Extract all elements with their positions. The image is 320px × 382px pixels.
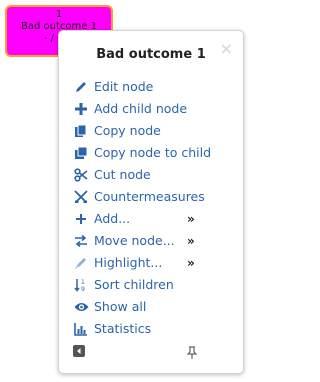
sort-icon: 19: [73, 277, 89, 293]
add-submenu-icon: [73, 211, 89, 227]
menu-item-label: Cut node: [94, 167, 151, 182]
menu-item-highlight[interactable]: Highlight... »: [73, 252, 233, 274]
menu-item-label: Show all: [94, 299, 147, 314]
menu-item-sort-children[interactable]: 19 Sort children: [73, 274, 233, 296]
menu-item-label: Add child node: [94, 101, 188, 116]
menu-item-copy-node[interactable]: Copy node: [73, 120, 233, 142]
chart-icon: [73, 321, 89, 337]
menu-item-add-submenu[interactable]: Add... »: [73, 208, 233, 230]
menu-item-cut-node[interactable]: Cut node: [73, 164, 233, 186]
menu-item-label: Highlight...: [94, 255, 163, 270]
menu-item-label: Copy node to child: [94, 145, 212, 160]
popup-title: Bad outcome 1: [96, 47, 206, 62]
menu-item-label: Sort children: [94, 277, 174, 292]
close-icon[interactable]: ×: [220, 41, 233, 57]
menu-item-show-all[interactable]: Show all: [73, 296, 233, 318]
copy-to-child-icon: [73, 145, 89, 161]
submenu-chevron-icon: »: [187, 256, 195, 270]
pin-icon[interactable]: [185, 345, 199, 359]
menu-item-statistics[interactable]: Statistics: [73, 318, 233, 340]
menu-item-label: Copy node: [94, 123, 161, 138]
menu-item-label: Edit node: [94, 79, 154, 94]
menu-item-label: Add...: [94, 211, 131, 226]
menu-item-label: Move node...: [94, 233, 175, 248]
copy-icon: [73, 123, 89, 139]
svg-text:1: 1: [81, 279, 85, 286]
menu-item-copy-node-to-child[interactable]: Copy node to child: [73, 142, 233, 164]
highlighter-icon: [73, 255, 89, 271]
back-arrow-icon[interactable]: [73, 345, 85, 357]
menu-item-edit-node[interactable]: Edit node: [73, 76, 233, 98]
node-action-menu: Edit node Add child node Copy node Copy …: [73, 76, 233, 340]
move-arrows-icon: [73, 233, 89, 249]
eye-icon: [73, 299, 89, 315]
menu-item-label: Statistics: [94, 321, 152, 336]
pencil-icon: [73, 79, 89, 95]
menu-item-countermeasures[interactable]: Countermeasures: [73, 186, 233, 208]
node-number: 1: [55, 9, 63, 20]
submenu-chevron-icon: »: [187, 234, 195, 248]
menu-item-move-node[interactable]: Move node... »: [73, 230, 233, 252]
scissors-icon: [73, 167, 89, 183]
menu-item-label: Countermeasures: [94, 189, 205, 204]
plus-icon: [73, 101, 89, 117]
svg-text:9: 9: [81, 286, 85, 292]
node-context-popup: Bad outcome 1 × Edit node Add child node…: [58, 30, 244, 374]
countermeasures-icon: [73, 189, 89, 205]
menu-item-add-child-node[interactable]: Add child node: [73, 98, 233, 120]
submenu-chevron-icon: »: [187, 212, 195, 226]
